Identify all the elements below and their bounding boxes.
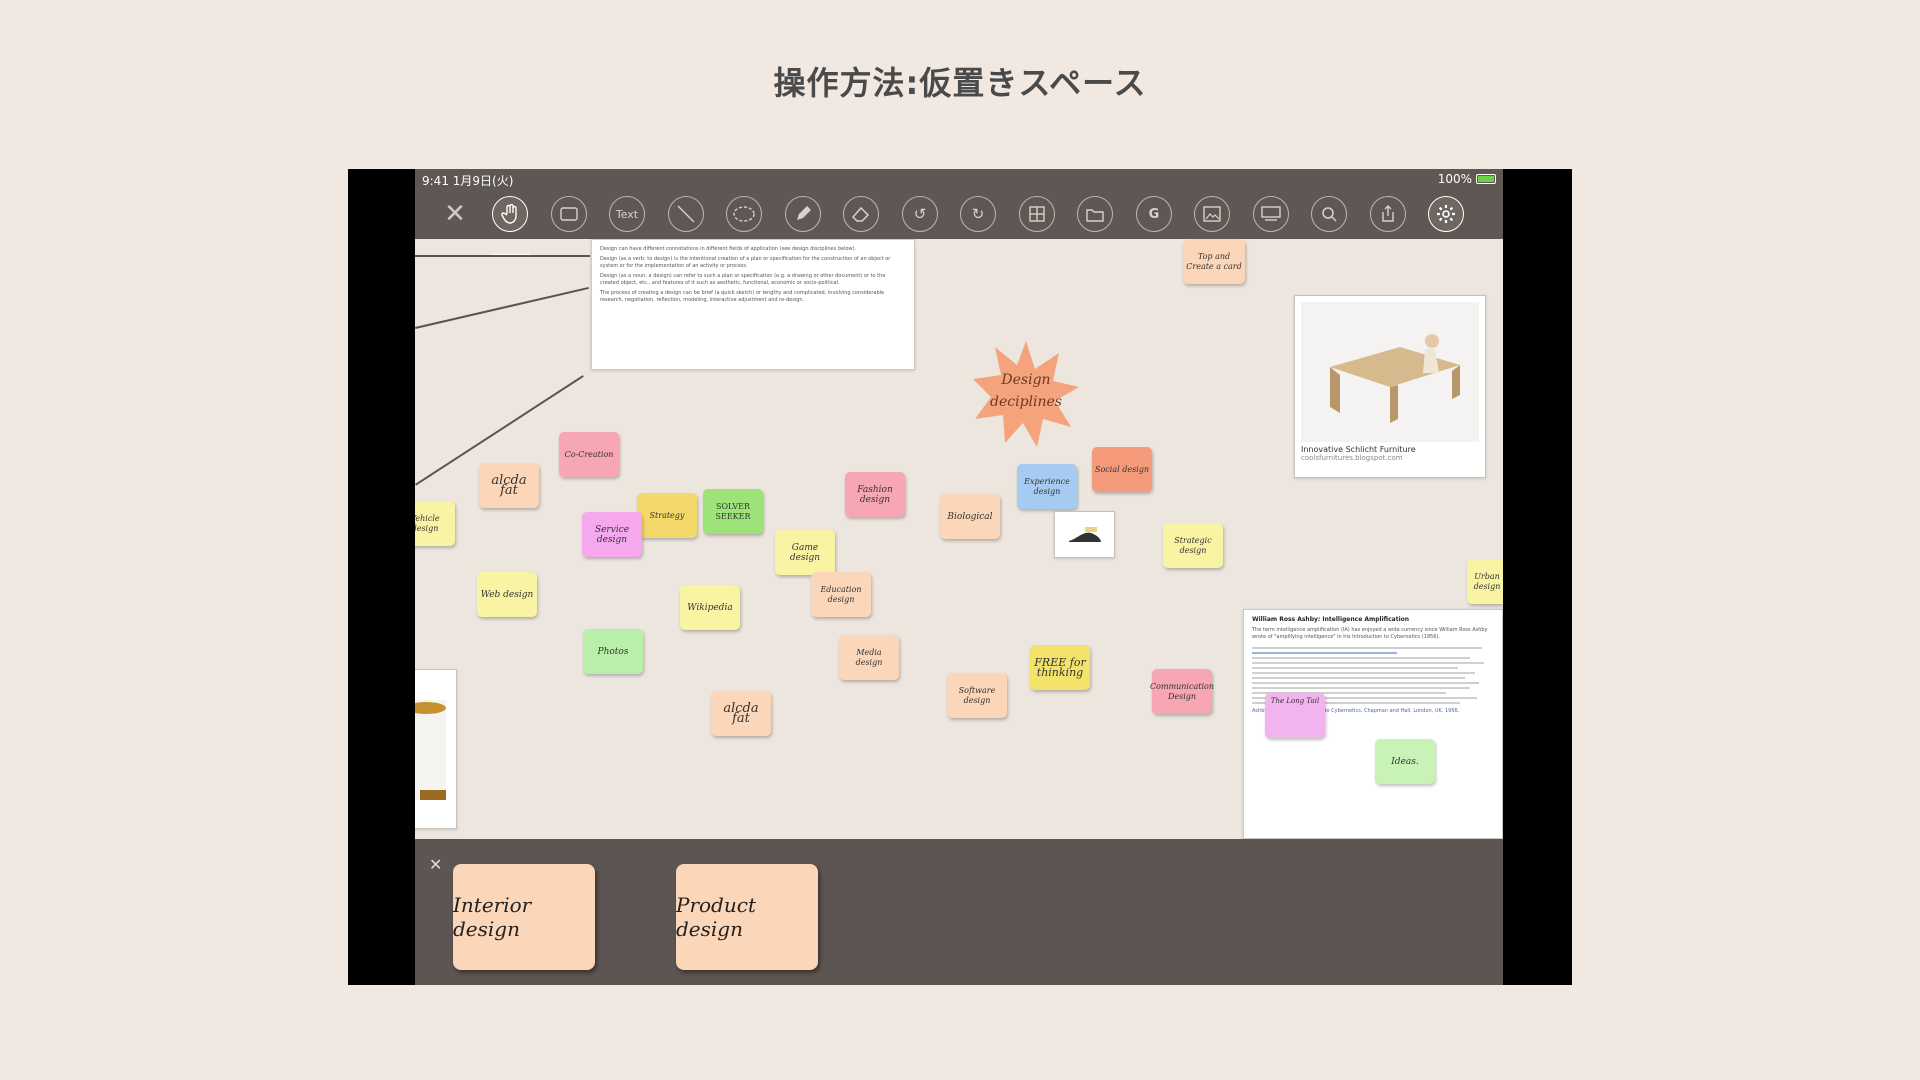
sticky-note[interactable]: Social design: [1092, 447, 1152, 492]
undo-icon[interactable]: ↺: [902, 196, 938, 232]
shoe-image-card[interactable]: [1054, 511, 1115, 558]
sticky-note[interactable]: Top and Create a card: [1183, 239, 1245, 284]
ipad-device: 9:41 1月9日(火) 100% ✕ Text ↺ ↻ G Design ca…: [348, 169, 1572, 985]
sticky-note[interactable]: FREE for thinking: [1030, 645, 1090, 690]
design-disciplines-star[interactable]: Design deciplines: [971, 339, 1081, 449]
image-source: coolsfurnitures.blogspot.com: [1301, 454, 1403, 462]
pen-icon[interactable]: [785, 196, 821, 232]
doc-paragraph: The process of creating a design can be …: [600, 290, 885, 303]
sticky-note[interactable]: Vehicle design: [415, 501, 455, 546]
toolbar: ✕ Text ↺ ↻ G: [415, 189, 1503, 257]
lasso-icon[interactable]: [726, 196, 762, 232]
holding-tray: ✕ Interior design Product design: [415, 839, 1503, 985]
sticky-note[interactable]: alcda fat: [711, 691, 771, 736]
doc-paragraph: Design (as a verb: to design) is the int…: [600, 256, 891, 269]
tray-card[interactable]: Product design: [676, 864, 818, 970]
connector-line: [415, 255, 590, 257]
doc-paragraph: Design can have different connotations i…: [600, 246, 857, 252]
canvas[interactable]: Design can have different connotations i…: [415, 239, 1503, 839]
close-icon[interactable]: ✕: [437, 196, 473, 232]
sticky-note[interactable]: Game design: [775, 530, 835, 575]
wiki-article-card[interactable]: Design can have different connotations i…: [591, 239, 915, 370]
sticky-note[interactable]: Co-Creation: [559, 432, 619, 477]
text-tool-label: Text: [615, 207, 639, 221]
battery-label: 100%: [1437, 172, 1472, 186]
sticky-note[interactable]: Communication Design: [1150, 669, 1214, 714]
battery-icon: [1476, 174, 1496, 184]
hand-icon[interactable]: [492, 196, 528, 232]
article-body: The term intelligence amplification (IA)…: [1252, 627, 1488, 640]
tray-card[interactable]: Interior design: [453, 864, 595, 970]
status-battery: 100%: [1438, 172, 1496, 186]
sticky-note[interactable]: Education design: [811, 572, 871, 617]
sticky-note[interactable]: Wikipedia: [680, 585, 740, 630]
status-bar: 9:41 1月9日(火) 100%: [415, 169, 1503, 189]
slide-title: 操作方法:仮置きスペース: [773, 64, 1147, 102]
sticky-note[interactable]: Strategy: [637, 493, 697, 538]
doc-paragraph: Design (as a noun: a design) can refer t…: [600, 273, 886, 286]
group-icon[interactable]: G: [1136, 196, 1172, 232]
sticky-note[interactable]: Web design: [477, 572, 537, 617]
sticky-note[interactable]: The Long Tail: [1265, 693, 1325, 738]
app-screen: 9:41 1月9日(火) 100% ✕ Text ↺ ↻ G Design ca…: [415, 169, 1503, 985]
sticky-note[interactable]: Urban design: [1467, 559, 1503, 604]
sticky-note[interactable]: Experience design: [1017, 464, 1077, 509]
present-icon[interactable]: [1253, 196, 1289, 232]
line-icon[interactable]: [668, 196, 704, 232]
share-icon[interactable]: [1370, 196, 1406, 232]
sticky-note[interactable]: Biological: [940, 494, 1000, 539]
sticky-note[interactable]: Ideas.: [1375, 739, 1435, 784]
furniture-image-card[interactable]: Innovative Schlicht Furniture coolsfurni…: [1294, 295, 1486, 478]
image-icon[interactable]: [1194, 196, 1230, 232]
rectangle-icon[interactable]: [551, 196, 587, 232]
coffee-image-card[interactable]: [415, 669, 457, 829]
article-title: William Ross Ashby: Intelligence Amplifi…: [1252, 616, 1410, 623]
search-icon[interactable]: [1311, 196, 1347, 232]
sticky-note[interactable]: Photos: [583, 629, 643, 674]
furniture-image: [1301, 302, 1479, 442]
star-label: Design deciplines: [990, 372, 1062, 410]
text-icon[interactable]: Text: [609, 196, 645, 232]
sticky-note[interactable]: Media design: [839, 635, 899, 680]
sticky-note[interactable]: Software design: [947, 673, 1007, 718]
image-caption: Innovative Schlicht Furniture: [1301, 445, 1416, 454]
status-time: 9:41 1月9日(火): [422, 174, 514, 188]
group-tool-label: G: [1148, 206, 1160, 222]
grid-icon[interactable]: [1019, 196, 1055, 232]
gear-icon[interactable]: [1428, 196, 1464, 232]
eraser-icon[interactable]: [843, 196, 879, 232]
sticky-note[interactable]: SOLVER SEEKER: [703, 489, 763, 534]
close-icon[interactable]: ✕: [429, 855, 442, 874]
folder-icon[interactable]: [1077, 196, 1113, 232]
redo-icon[interactable]: ↻: [960, 196, 996, 232]
sticky-note[interactable]: Service design: [582, 512, 642, 557]
connector-line: [415, 286, 589, 329]
sticky-note[interactable]: Strategic design: [1163, 523, 1223, 568]
sticky-note[interactable]: alcda fat: [479, 463, 539, 508]
sticky-note[interactable]: Fashion design: [845, 472, 905, 517]
